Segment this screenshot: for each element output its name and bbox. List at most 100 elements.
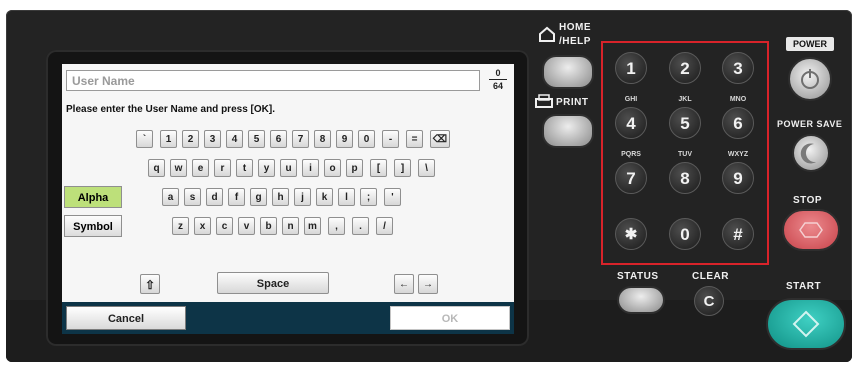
key-r[interactable]: r — [214, 159, 231, 177]
keypad-7[interactable]: 7 — [615, 162, 647, 194]
home-icon — [539, 26, 555, 42]
stop-icon — [799, 222, 823, 238]
key-minus[interactable]: - — [382, 130, 399, 148]
key-4[interactable]: 4 — [226, 130, 243, 148]
key-backtick[interactable]: ` — [136, 130, 153, 148]
keypad-9[interactable]: 9 — [722, 162, 754, 194]
key-backslash[interactable]: \ — [418, 159, 435, 177]
key-semicolon[interactable]: ; — [360, 188, 377, 206]
alpha-mode-button[interactable]: Alpha — [64, 186, 122, 208]
key-0[interactable]: 0 — [358, 130, 375, 148]
key-t[interactable]: t — [236, 159, 253, 177]
key-2[interactable]: 2 — [182, 130, 199, 148]
key-right-bracket[interactable]: ] — [394, 159, 411, 177]
key-f[interactable]: f — [228, 188, 245, 206]
keypad-hash[interactable]: # — [722, 218, 754, 250]
keypad-5[interactable]: 5 — [669, 107, 701, 139]
counter-current: 0 — [495, 68, 501, 78]
key-slash[interactable]: / — [376, 217, 393, 235]
print-button[interactable] — [542, 114, 594, 148]
keypad-8[interactable]: 8 — [669, 162, 701, 194]
keypad-asterisk[interactable]: ✱ — [615, 218, 647, 250]
key-n[interactable]: n — [282, 217, 299, 235]
key-z[interactable]: z — [172, 217, 189, 235]
keypad-5-letters: JKL — [678, 96, 692, 103]
key-3[interactable]: 3 — [204, 130, 221, 148]
status-button[interactable] — [617, 286, 665, 314]
key-a[interactable]: a — [162, 188, 179, 206]
key-s[interactable]: s — [184, 188, 201, 206]
keypad-3[interactable]: 3 — [722, 52, 754, 84]
key-d[interactable]: d — [206, 188, 223, 206]
key-i[interactable]: i — [302, 159, 319, 177]
instruction-text: Please enter the User Name and press [OK… — [66, 104, 275, 115]
clear-button[interactable]: C — [694, 286, 724, 316]
key-v[interactable]: v — [238, 217, 255, 235]
space-key[interactable]: Space — [217, 272, 329, 294]
keypad-0[interactable]: 0 — [669, 218, 701, 250]
key-p[interactable]: p — [346, 159, 363, 177]
key-8[interactable]: 8 — [314, 130, 331, 148]
key-y[interactable]: y — [258, 159, 275, 177]
key-b[interactable]: b — [260, 217, 277, 235]
key-h[interactable]: h — [272, 188, 289, 206]
key-o[interactable]: o — [324, 159, 341, 177]
keypad-8-letters: TUV — [678, 151, 692, 158]
power-icon — [801, 69, 819, 89]
cursor-left-key[interactable]: ← — [394, 274, 414, 294]
key-m[interactable]: m — [304, 217, 321, 235]
key-c[interactable]: c — [216, 217, 233, 235]
key-u[interactable]: u — [280, 159, 297, 177]
keypad-6[interactable]: 6 — [722, 107, 754, 139]
keypad-6-letters: MNO — [729, 96, 747, 103]
keypad-4[interactable]: 4 — [615, 107, 647, 139]
key-left-bracket[interactable]: [ — [370, 159, 387, 177]
keypad-1[interactable]: 1 — [615, 52, 647, 84]
print-label: PRINT — [556, 97, 589, 108]
symbol-mode-button[interactable]: Symbol — [64, 215, 122, 237]
shift-key[interactable]: ⇧ — [140, 274, 160, 294]
key-5[interactable]: 5 — [248, 130, 265, 148]
moon-icon — [800, 143, 816, 164]
key-7[interactable]: 7 — [292, 130, 309, 148]
key-g[interactable]: g — [250, 188, 267, 206]
cancel-button[interactable]: Cancel — [66, 306, 186, 330]
start-label: START — [786, 281, 822, 292]
keypad-2[interactable]: 2 — [669, 52, 701, 84]
key-k[interactable]: k — [316, 188, 333, 206]
key-q[interactable]: q — [148, 159, 165, 177]
cursor-right-key[interactable]: → — [418, 274, 438, 294]
key-l[interactable]: l — [338, 188, 355, 206]
backspace-key[interactable]: ⌫ — [430, 130, 450, 148]
key-9[interactable]: 9 — [336, 130, 353, 148]
key-e[interactable]: e — [192, 159, 209, 177]
keypad-9-letters: WXYZ — [727, 151, 749, 158]
start-icon — [792, 310, 820, 338]
key-equals[interactable]: = — [406, 130, 423, 148]
home-help-button[interactable] — [542, 55, 594, 89]
user-name-input[interactable]: User Name — [66, 70, 480, 91]
power-button[interactable] — [788, 57, 832, 101]
character-counter: 0 64 — [486, 68, 510, 94]
key-period[interactable]: . — [352, 217, 369, 235]
stop-button[interactable] — [782, 209, 840, 251]
key-w[interactable]: w — [170, 159, 187, 177]
counter-divider — [489, 79, 507, 80]
power-label: POWER — [786, 37, 834, 51]
ok-button[interactable]: OK — [390, 306, 510, 330]
power-save-button[interactable] — [792, 134, 830, 172]
key-6[interactable]: 6 — [270, 130, 287, 148]
clear-label: CLEAR — [692, 271, 729, 282]
key-j[interactable]: j — [294, 188, 311, 206]
keypad-7-letters: PQRS — [621, 151, 641, 158]
key-comma[interactable]: , — [328, 217, 345, 235]
stop-label: STOP — [793, 195, 823, 206]
help-label: /HELP — [559, 36, 591, 47]
print-icon — [535, 94, 553, 108]
key-x[interactable]: x — [194, 217, 211, 235]
key-1[interactable]: 1 — [160, 130, 177, 148]
start-button[interactable] — [766, 298, 846, 350]
counter-max: 64 — [492, 81, 503, 91]
key-apostrophe[interactable]: ' — [384, 188, 401, 206]
keypad-4-letters: GHI — [624, 96, 638, 103]
